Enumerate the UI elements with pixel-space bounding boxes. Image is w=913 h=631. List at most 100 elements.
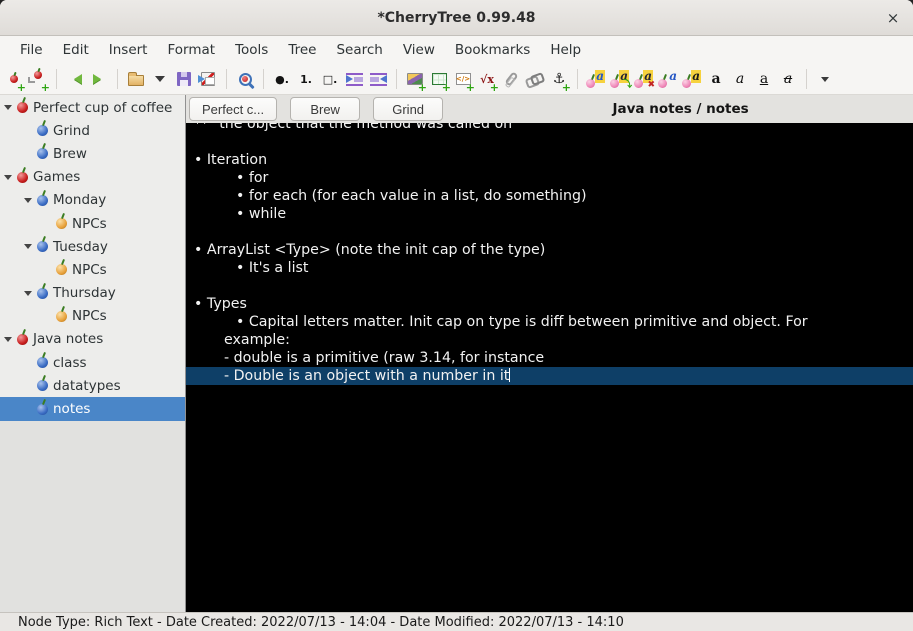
insert-table-icon[interactable]: + xyxy=(427,67,451,93)
editor-line-text: • for xyxy=(236,170,269,186)
go-back-icon[interactable] xyxy=(63,67,87,91)
expander-icon[interactable] xyxy=(2,171,13,184)
editor-line-selected: - Double is an object with a number in i… xyxy=(186,367,913,385)
tree-node-grind[interactable]: Grind xyxy=(0,119,185,142)
editor-line: • Types xyxy=(186,295,913,313)
tree-node-java-notes[interactable]: Java notes xyxy=(0,328,185,351)
list-numbered-icon[interactable]: 1. xyxy=(294,67,318,91)
cherry-node-icon xyxy=(37,287,48,299)
editor-panel: Perfect c... Brew Grind Java notes / notes … xyxy=(186,95,913,612)
tree-node-npcs[interactable]: NPCs xyxy=(0,212,185,235)
format-text-icon[interactable]: a ⤵ xyxy=(608,67,632,91)
toolbar-group xyxy=(813,67,837,91)
main-area: Perfect cup of coffee Grind Brew Games Monda… xyxy=(0,95,913,612)
editor-line-text: • Capital letters matter. Init cap on ty… xyxy=(236,314,808,330)
toolbar-group xyxy=(233,67,257,91)
menu-edit[interactable]: Edit xyxy=(53,38,99,62)
menu-format[interactable]: Format xyxy=(157,38,225,62)
node-button-grind[interactable]: Grind xyxy=(373,97,444,121)
editor-line-text: - Double is an object with a number in i… xyxy=(224,368,510,384)
strikethrough-icon[interactable]: a xyxy=(776,67,800,91)
save-as-icon[interactable] xyxy=(196,67,220,91)
title-bar[interactable]: *CherryTree 0.99.48 × xyxy=(0,0,913,36)
expander-icon[interactable] xyxy=(2,101,13,114)
tree-node-class[interactable]: class xyxy=(0,351,185,374)
window-title: *CherryTree 0.99.48 xyxy=(377,9,536,26)
tree-node-tuesday[interactable]: Tuesday xyxy=(0,235,185,258)
list-bulleted-icon[interactable]: ●. xyxy=(270,67,294,91)
rich-text-editor[interactable]: ** "the object that the method was calle… xyxy=(186,123,913,612)
tree-node-monday[interactable]: Monday xyxy=(0,189,185,212)
cherry-node-icon xyxy=(37,125,48,137)
italic-icon[interactable]: a xyxy=(728,67,752,91)
subnode-add-icon[interactable]: + xyxy=(26,67,50,93)
editor-line-text: • for each (for each value in a list, do… xyxy=(236,188,587,204)
insert-link-icon[interactable] xyxy=(523,67,547,91)
editor-line: • It's a list xyxy=(186,259,913,277)
menu-file[interactable]: File xyxy=(10,38,53,62)
save-icon[interactable] xyxy=(172,67,196,91)
cherry-node-icon xyxy=(37,194,48,206)
underline-icon[interactable]: a xyxy=(752,67,776,91)
format-clear-icon[interactable]: a ✖ xyxy=(632,67,656,91)
tree-node-label: NPCs xyxy=(72,215,107,232)
menu-help[interactable]: Help xyxy=(540,38,591,62)
insert-math-icon[interactable]: √x + xyxy=(475,67,499,94)
expander-icon[interactable] xyxy=(22,287,33,300)
editor-line-text: • Iteration xyxy=(194,152,268,168)
editor-line-text: - double is a primitive (raw 3.14, for i… xyxy=(224,350,545,366)
tree-sidebar[interactable]: Perfect cup of coffee Grind Brew Games Monda… xyxy=(0,95,186,612)
cherry-node-icon xyxy=(17,171,28,183)
indent-increase-icon[interactable] xyxy=(342,67,366,91)
insert-image-icon[interactable]: + xyxy=(403,67,427,93)
tree-node-notes[interactable]: notes xyxy=(0,397,185,421)
menu-view[interactable]: View xyxy=(393,38,445,62)
tree-node-datatypes[interactable]: datatypes xyxy=(0,374,185,397)
toolbar-overflow-icon[interactable] xyxy=(813,67,837,91)
editor-line: • while xyxy=(186,205,913,223)
toolbar-separator xyxy=(396,69,397,89)
cherry-node-icon xyxy=(56,218,67,230)
expander-icon[interactable] xyxy=(22,194,33,207)
indent-decrease-icon[interactable] xyxy=(366,67,390,91)
toolbar-separator xyxy=(117,69,118,89)
format-latest-icon[interactable]: a xyxy=(584,67,608,91)
insert-codebox-icon[interactable]: </> + xyxy=(451,67,475,93)
editor-line: ** "the object that the method was calle… xyxy=(186,123,913,133)
color-background-icon[interactable]: a xyxy=(680,67,704,91)
find-in-nodes-icon[interactable] xyxy=(233,67,257,91)
node-add-icon[interactable]: + xyxy=(2,67,26,93)
color-foreground-icon[interactable]: a xyxy=(656,67,680,91)
tree-node-perfect-cup-of-coffee[interactable]: Perfect cup of coffee xyxy=(0,96,185,119)
expander-icon[interactable] xyxy=(22,240,33,253)
editor-line: • for xyxy=(186,169,913,187)
tree-node-games[interactable]: Games xyxy=(0,166,185,189)
tree-node-thursday[interactable]: Thursday xyxy=(0,282,185,305)
menu-search[interactable]: Search xyxy=(326,38,392,62)
menu-tree[interactable]: Tree xyxy=(278,38,326,62)
bold-icon[interactable]: a xyxy=(704,67,728,91)
open-file-icon[interactable] xyxy=(124,67,148,91)
attach-file-icon[interactable] xyxy=(499,67,523,91)
menu-tools[interactable]: Tools xyxy=(225,38,278,62)
list-todo-icon[interactable]: □. xyxy=(318,67,342,91)
expander-icon[interactable] xyxy=(2,333,13,346)
close-icon[interactable]: × xyxy=(883,8,903,28)
insert-anchor-icon[interactable]: ⚓ + xyxy=(547,67,571,93)
go-forward-icon[interactable] xyxy=(87,67,111,91)
toolbar-separator xyxy=(226,69,227,89)
open-recent-dropdown-icon[interactable] xyxy=(148,67,172,91)
menu-bookmarks[interactable]: Bookmarks xyxy=(445,38,540,62)
node-button-brew[interactable]: Brew xyxy=(290,97,361,121)
toolbar-group xyxy=(124,67,220,91)
tree-node-npcs[interactable]: NPCs xyxy=(0,258,185,281)
editor-line: example: xyxy=(186,331,913,349)
tree-node-label: Games xyxy=(33,169,81,186)
node-button-perfect-c-[interactable]: Perfect c... xyxy=(189,97,278,121)
tree-node-brew[interactable]: Brew xyxy=(0,142,185,165)
editor-line-text: • while xyxy=(236,206,287,222)
editor-line: • Iteration xyxy=(186,151,913,169)
menu-insert[interactable]: Insert xyxy=(99,38,158,62)
tree-node-npcs[interactable]: NPCs xyxy=(0,305,185,328)
